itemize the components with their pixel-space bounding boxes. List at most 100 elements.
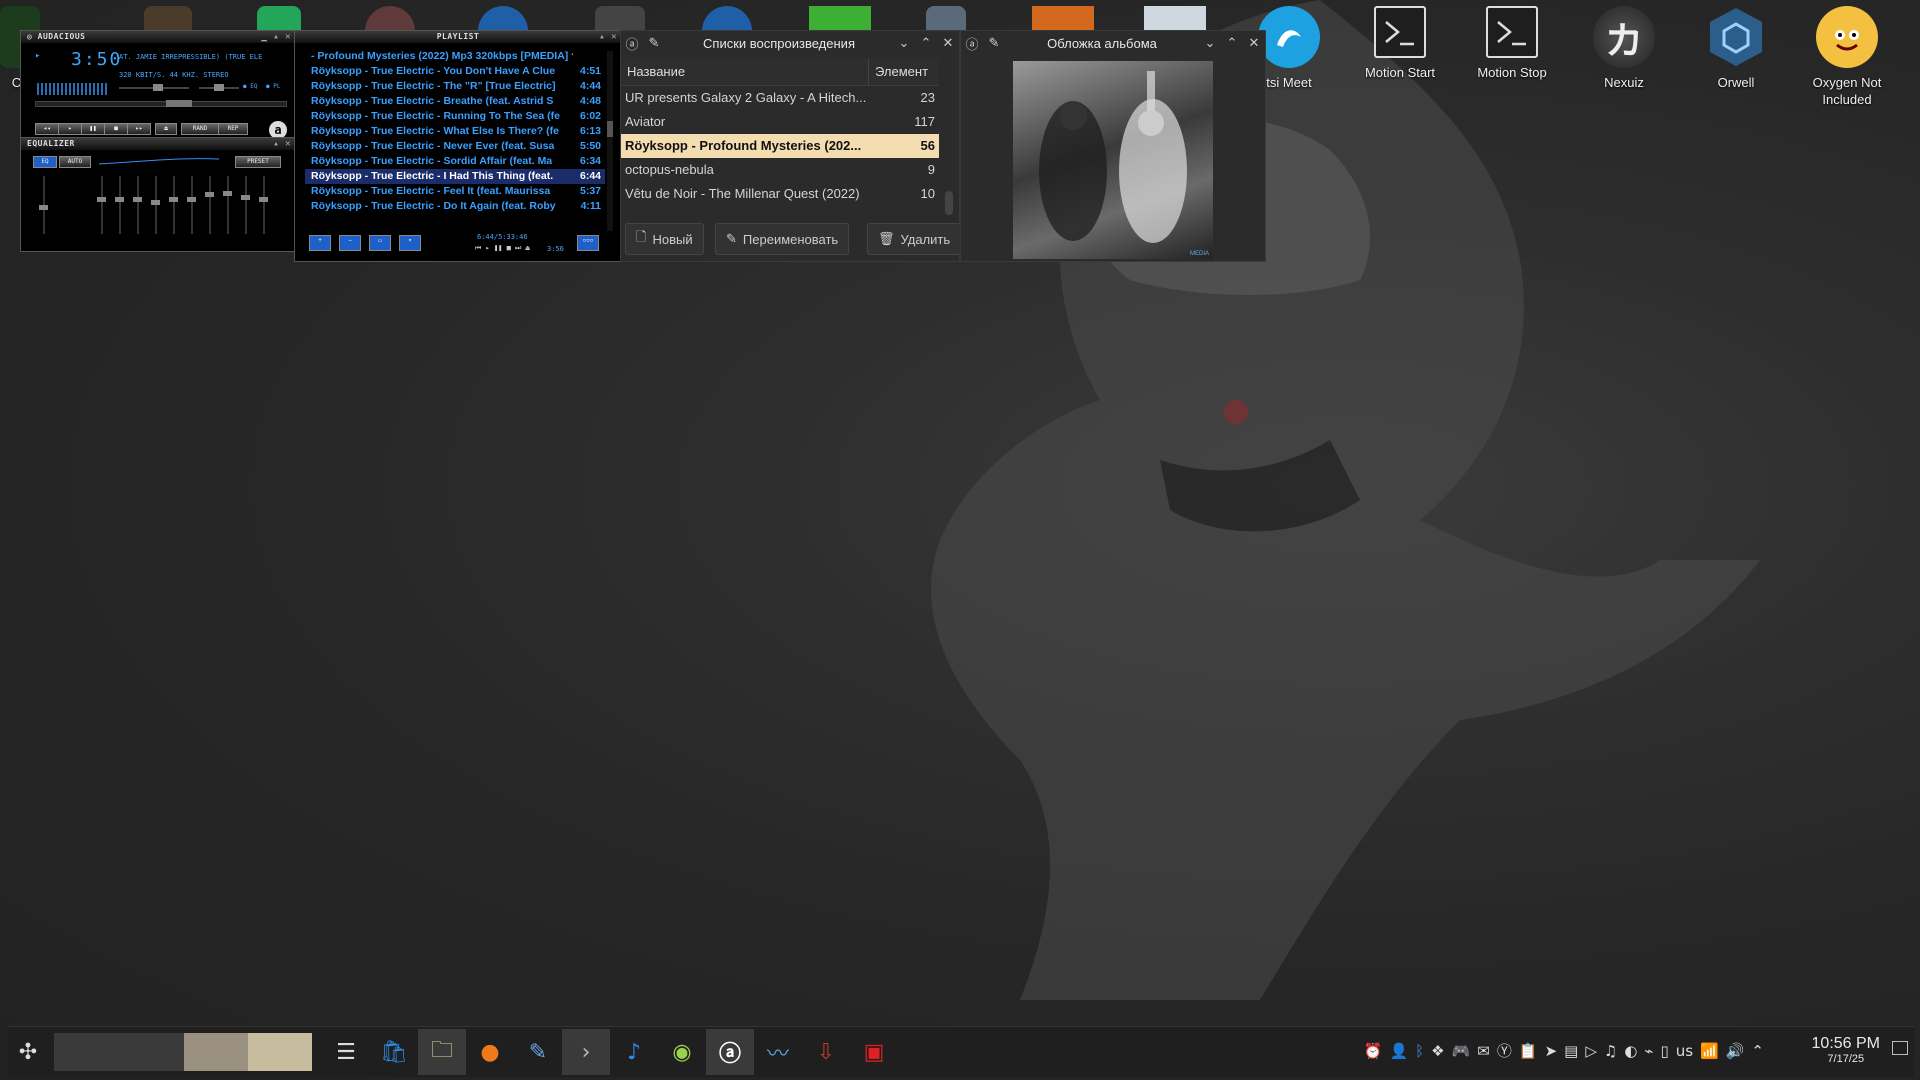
chevron-up-icon[interactable]: ⌃ <box>1751 1042 1764 1060</box>
balance-slider[interactable] <box>199 84 239 91</box>
volume-slider[interactable] <box>119 84 189 91</box>
list-menu-icon[interactable]: ▫▫▫ <box>577 235 599 251</box>
eq-preamp-slider[interactable] <box>39 176 48 234</box>
eq-band-slider[interactable] <box>169 176 178 234</box>
playlists-scrollbar[interactable] <box>945 191 953 215</box>
chevron-down-icon[interactable]: ⌄ <box>893 35 915 51</box>
rename-playlist-button[interactable]: ✎ Переименовать <box>715 223 850 255</box>
pin-icon[interactable]: ✎ <box>643 35 665 51</box>
file-manager-icon[interactable]: 🗀 <box>418 1029 466 1075</box>
show-desktop-icon[interactable] <box>1892 1041 1908 1055</box>
terminal-icon[interactable]: › <box>562 1029 610 1075</box>
eq-on-button[interactable]: EQ <box>33 156 57 168</box>
playlist-row[interactable]: Röyksopp - True Electric - The "R" [True… <box>305 79 605 94</box>
eq-slider-knob[interactable] <box>39 205 48 210</box>
pause-button[interactable]: ❚❚ <box>81 123 105 135</box>
chevron-down-icon[interactable]: ⌄ <box>1199 35 1221 51</box>
desktop-2[interactable] <box>184 1033 248 1071</box>
pin-icon[interactable]: ✎ <box>983 35 1005 51</box>
chevron-up-icon[interactable]: ⌃ <box>1221 35 1243 51</box>
eq-slider-knob[interactable] <box>97 197 106 202</box>
playlist-entry-row[interactable]: octopus-nebula 9 <box>621 158 939 182</box>
alarm-icon[interactable]: ⏰ <box>1364 1042 1383 1060</box>
vpn-icon[interactable]: ◐ <box>1624 1042 1637 1060</box>
eq-slider-knob[interactable] <box>115 197 124 202</box>
desktop-1[interactable] <box>54 1033 184 1071</box>
repeat-button[interactable]: REP <box>218 123 248 135</box>
eq-slider-knob[interactable] <box>151 200 160 205</box>
playlists-panel-header[interactable]: ⓐ ✎ Списки воспроизведения ⌄ ⌃ ✕ <box>621 31 959 55</box>
desktop-icon-motion-stop[interactable]: Motion Stop <box>1462 6 1562 81</box>
new-playlist-button[interactable]: 🗋 Новый <box>625 223 704 255</box>
playlist-titlebar[interactable]: PLAYLIST ▴ ✕ <box>295 31 621 43</box>
album-art-panel-header[interactable]: ⓐ ✎ Обложка альбома ⌄ ⌃ ✕ <box>961 31 1265 55</box>
eq-slider-knob[interactable] <box>205 192 214 197</box>
eq-band-slider[interactable] <box>259 176 268 234</box>
desktop-icon-nexuiz[interactable]: カ Nexuiz <box>1574 6 1674 91</box>
desktop-icon-orwell[interactable]: Orwell <box>1686 6 1786 91</box>
eq-slider-knob[interactable] <box>169 197 178 202</box>
playlist-row[interactable]: Röyksopp - True Electric - Sordid Affair… <box>305 154 605 169</box>
eq-slider-knob[interactable] <box>241 195 250 200</box>
wifi-icon[interactable]: 📶 <box>1700 1042 1719 1060</box>
equalizer-titlebar[interactable]: EQUALIZER ▴ ✕ <box>21 138 295 150</box>
download-icon[interactable]: ⇩ <box>802 1029 850 1075</box>
keyboard-layout[interactable]: us <box>1676 1042 1693 1060</box>
window-controls[interactable]: ▴ ✕ <box>599 31 617 43</box>
eq-band-slider[interactable] <box>241 176 250 234</box>
eq-auto-button[interactable]: AUTO <box>59 156 91 168</box>
mail-icon[interactable]: ✉ <box>1477 1042 1490 1060</box>
eq-toggle[interactable]: ● EQ <box>243 83 257 90</box>
playlist-entry-row[interactable]: Aviator 117 <box>621 110 939 134</box>
eq-band-slider[interactable] <box>223 176 232 234</box>
telegram-icon[interactable]: ➤ <box>1545 1042 1558 1060</box>
accessibility-icon[interactable]: ◉ <box>658 1029 706 1075</box>
eq-band-slider[interactable] <box>151 176 160 234</box>
filezilla-icon[interactable]: ▣ <box>850 1029 898 1075</box>
volume-icon[interactable]: 🔊 <box>1726 1042 1745 1060</box>
eject-button[interactable]: ⏏ <box>155 123 177 135</box>
store-icon[interactable]: 🛍 <box>370 1029 418 1075</box>
misc-icon[interactable]: ▾ <box>399 235 421 251</box>
window-controls[interactable]: ▁ ▴ ✕ <box>261 31 291 43</box>
playlist-scrollbar[interactable] <box>607 51 613 231</box>
audacious-titlebar[interactable]: ◎ AUDACIOUS ▁ ▴ ✕ <box>21 31 295 43</box>
eq-band-slider[interactable] <box>115 176 124 234</box>
remove-icon[interactable]: − <box>339 235 361 251</box>
editor-icon[interactable]: ✎ <box>514 1029 562 1075</box>
column-count[interactable]: Элемент <box>869 59 939 85</box>
usb-icon[interactable]: ⌁ <box>1644 1042 1653 1060</box>
playlist-entry-row[interactable]: Röyksopp - Profound Mysteries (202... 56 <box>621 134 939 158</box>
eq-slider-knob[interactable] <box>223 191 232 196</box>
seek-bar[interactable] <box>35 100 287 107</box>
playlist-row[interactable]: Röyksopp - True Electric - Breathe (feat… <box>305 94 605 109</box>
app-launcher-icon[interactable]: ✣ <box>8 1029 48 1075</box>
desktop-3[interactable] <box>248 1033 312 1071</box>
yubikey-icon[interactable]: Ⓨ <box>1497 1040 1512 1061</box>
time-display[interactable]: 3:50 <box>71 49 122 70</box>
playlist-entry-row[interactable]: UR presents Galaxy 2 Galaxy - A Hitech..… <box>621 86 939 110</box>
playlist-row[interactable]: Röyksopp - True Electric - I Had This Th… <box>305 169 605 184</box>
close-icon[interactable]: ✕ <box>1243 35 1265 51</box>
eq-slider-knob[interactable] <box>187 197 196 202</box>
shuffle-button[interactable]: RAND <box>181 123 219 135</box>
bluetooth-icon[interactable]: ᛒ <box>1415 1042 1424 1060</box>
game-icon[interactable]: 🎮 <box>1452 1042 1471 1060</box>
pl-toggle[interactable]: ● PL <box>266 83 280 90</box>
audio-icon[interactable]: ♫ <box>1604 1042 1617 1060</box>
eq-slider-knob[interactable] <box>133 197 142 202</box>
music-note-icon[interactable]: ♪ <box>610 1029 658 1075</box>
add-icon[interactable]: + <box>309 235 331 251</box>
visualizer[interactable] <box>37 83 107 95</box>
eq-band-slider[interactable] <box>133 176 142 234</box>
playlist-row[interactable]: Röyksopp - True Electric - You Don't Hav… <box>305 64 605 79</box>
playlist-row[interactable]: Röyksopp - True Electric - Do It Again (… <box>305 199 605 214</box>
clipboard-icon[interactable]: 📋 <box>1519 1042 1538 1060</box>
notes-icon[interactable]: ▤ <box>1564 1042 1578 1060</box>
battery-icon[interactable]: ▯ <box>1660 1042 1668 1060</box>
pager[interactable] <box>54 1033 314 1071</box>
next-button[interactable]: ▸▸ <box>127 123 151 135</box>
eq-band-slider[interactable] <box>97 176 106 234</box>
eq-preset-button[interactable]: PRESET <box>235 156 281 168</box>
dropbox-icon[interactable]: ❖ <box>1431 1042 1444 1060</box>
